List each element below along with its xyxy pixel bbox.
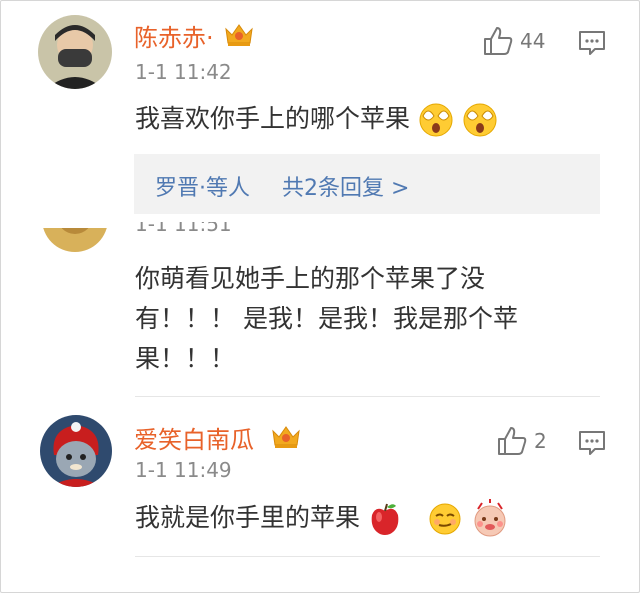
comment-time: 1-1 11:49 <box>135 458 232 482</box>
comment-text-body: 我喜欢你手上的哪个苹果 <box>135 104 411 133</box>
comment-text: 我喜欢你手上的哪个苹果 <box>135 99 498 139</box>
top-mask <box>40 180 120 214</box>
surprised-emoji <box>419 103 453 137</box>
comment-text: 你萌看见她手上的那个苹果了没 有！！！ 是我！是我！我是那个苹 果！！！ <box>135 259 595 379</box>
apple-emoji <box>371 503 399 535</box>
surprised-emoji <box>463 103 497 137</box>
reply-box-text-layer: 罗晋·等人 共2条回复 > <box>134 154 600 214</box>
divider <box>135 396 600 397</box>
username[interactable]: 陈赤赤· <box>134 18 214 53</box>
reply-summary-visible[interactable]: 共2条回复 > <box>282 170 409 202</box>
comment-icon[interactable] <box>578 30 606 60</box>
thumbs-up-icon <box>484 27 513 55</box>
thumbs-up-icon <box>498 427 527 455</box>
like-button[interactable]: 2 <box>496 426 547 456</box>
comment-icon[interactable] <box>578 430 606 460</box>
shy-emoji <box>474 499 506 537</box>
comment-text-line: 有！！！ 是我！是我！我是那个苹 <box>135 304 518 333</box>
smug-emoji <box>429 503 461 535</box>
comment-text-line: 你萌看见她手上的那个苹果了没 <box>135 264 486 293</box>
comment-time: 1-1 11:42 <box>135 60 232 84</box>
like-count: 44 <box>520 29 546 53</box>
crown-badge-icon <box>223 20 255 52</box>
comment-time: 1-1 11:51 <box>135 222 232 236</box>
username[interactable]: 爱笑白南瓜 <box>134 420 254 455</box>
avatar[interactable] <box>40 415 112 487</box>
comment-text-line: 果！！！ <box>135 344 236 373</box>
crown-badge-icon <box>270 422 302 454</box>
reply-names-visible[interactable]: 罗晋·等人 <box>155 170 250 202</box>
like-button[interactable]: 44 <box>482 26 545 56</box>
like-count: 2 <box>534 429 547 453</box>
scroll-overlay <box>1 214 638 228</box>
comment-text-body: 我就是你手里的苹果 <box>135 503 361 532</box>
avatar[interactable] <box>38 15 112 89</box>
divider <box>135 556 600 557</box>
comment-text: 我就是你手里的苹果 <box>135 498 510 539</box>
